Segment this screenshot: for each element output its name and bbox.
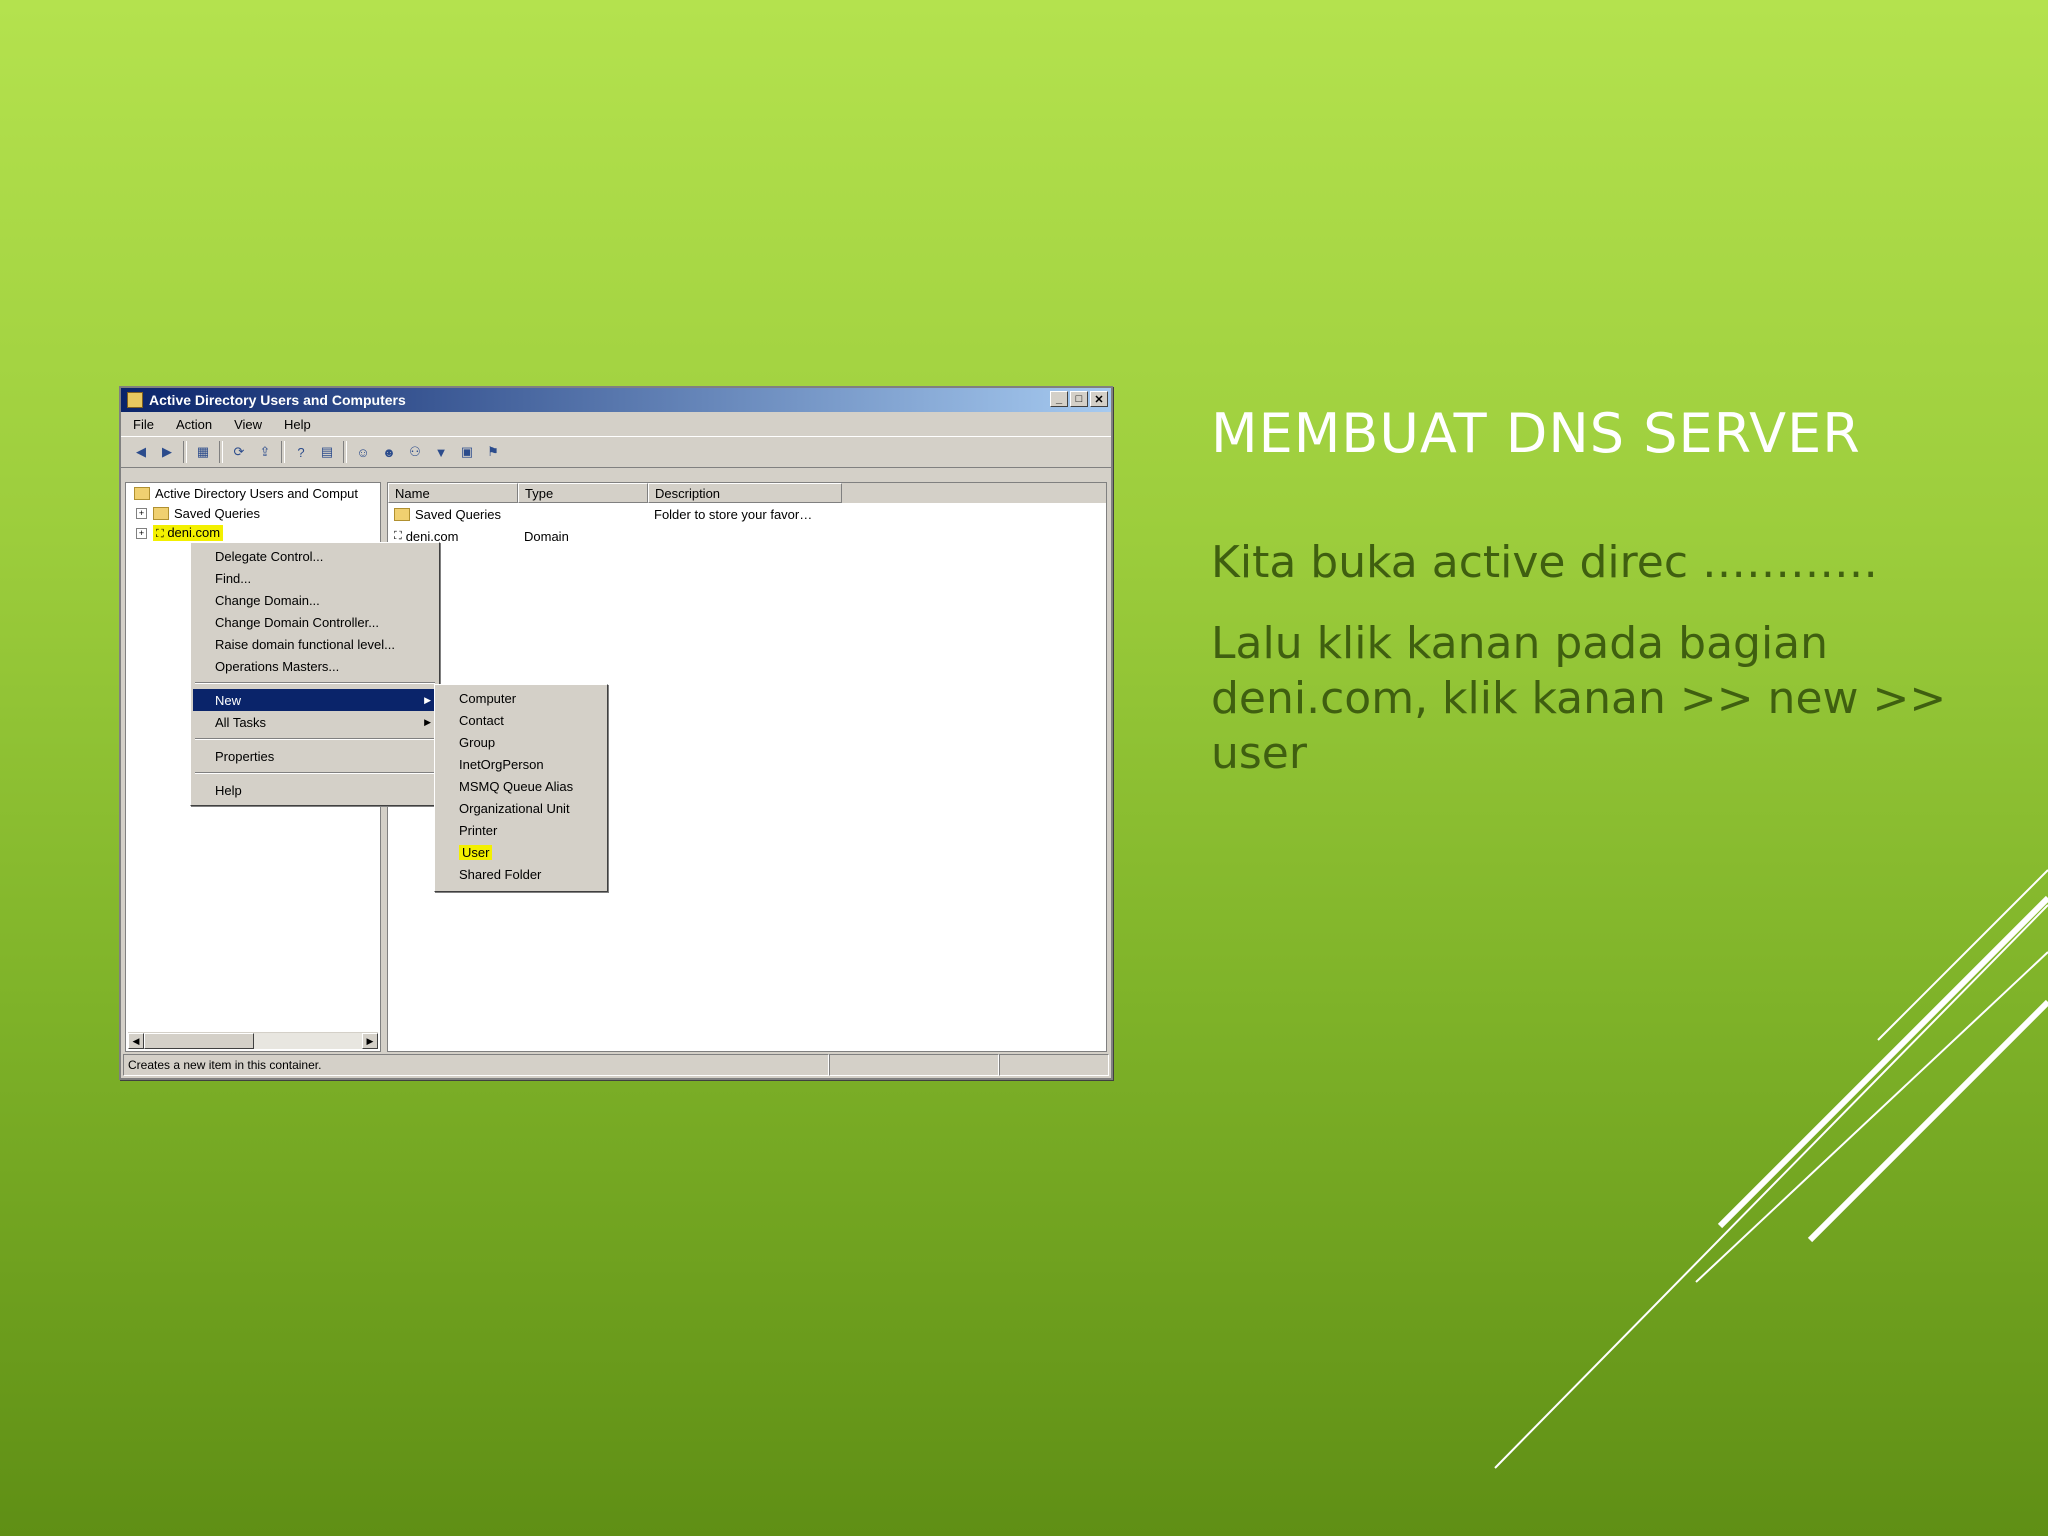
- domain-icon: ⛶: [394, 529, 402, 542]
- menu-item-properties[interactable]: Properties: [193, 745, 437, 767]
- list-header: Name Type Description: [388, 483, 1106, 503]
- help-icon[interactable]: ?: [291, 442, 311, 462]
- statusbar: Creates a new item in this container.: [123, 1054, 1109, 1076]
- back-icon[interactable]: ◀: [131, 442, 151, 462]
- status-pane-2: [829, 1054, 999, 1076]
- submenu-item-group[interactable]: Group: [437, 731, 605, 753]
- folder-icon: [153, 506, 169, 520]
- toolbar-separator: [281, 441, 285, 463]
- refresh-icon[interactable]: ⟳: [229, 442, 249, 462]
- expand-icon[interactable]: +: [136, 507, 147, 519]
- menu-item-find[interactable]: Find...: [193, 567, 437, 589]
- slide-line-1: Kita buka active direc …………: [1211, 537, 1879, 588]
- scroll-left-icon[interactable]: ◀: [128, 1033, 144, 1049]
- list-item[interactable]: ⛶ deni.com Domain: [388, 525, 1106, 547]
- menu-help[interactable]: Help: [284, 417, 311, 432]
- menu-action[interactable]: Action: [176, 417, 212, 432]
- window-titlebar[interactable]: Active Directory Users and Computers _ □…: [121, 388, 1111, 412]
- submenu-item-shared-folder[interactable]: Shared Folder: [437, 863, 605, 885]
- slide-title: MEMBUAT DNS SERVER: [1211, 402, 1861, 465]
- menu-item-delegate-control[interactable]: Delegate Control...: [193, 545, 437, 567]
- menu-item-all-tasks[interactable]: All Tasks ▶: [193, 711, 437, 733]
- slide-body: Kita buka active direc ………… Lalu klik ka…: [1211, 535, 2041, 807]
- submenu-item-computer[interactable]: Computer: [437, 687, 605, 709]
- window-title: Active Directory Users and Computers: [149, 392, 406, 408]
- submenu-item-ou[interactable]: Organizational Unit: [437, 797, 605, 819]
- status-pane-3: [999, 1054, 1109, 1076]
- menu-item-change-domain[interactable]: Change Domain...: [193, 589, 437, 611]
- menubar: File Action View Help: [121, 412, 1111, 436]
- menu-separator: [195, 682, 435, 684]
- app-icon: [127, 392, 143, 408]
- submenu-item-user[interactable]: User: [437, 841, 605, 863]
- menu-file[interactable]: File: [133, 417, 154, 432]
- tree-item-saved-queries[interactable]: + Saved Queries: [126, 503, 380, 523]
- toolbar-separator: [219, 441, 223, 463]
- submenu-item-contact[interactable]: Contact: [437, 709, 605, 731]
- item-description: Folder to store your favor…: [654, 506, 813, 522]
- col-type[interactable]: Type: [518, 483, 648, 503]
- toolbar-separator: [343, 441, 347, 463]
- toolbar: ◀ ▶ ▦ ⟳ ⇪ ? ▤ ☺ ☻ ⚇ ▼ ▣ ⚑: [121, 436, 1111, 468]
- filter-icon[interactable]: ▼: [431, 442, 451, 462]
- menu-separator: [195, 738, 435, 740]
- tree-item-label: deni.com: [167, 525, 221, 540]
- group-icon[interactable]: ⚇: [405, 442, 425, 462]
- menu-item-all-tasks-label: All Tasks: [215, 714, 267, 730]
- find-icon[interactable]: ▣: [457, 442, 477, 462]
- expand-icon[interactable]: +: [136, 527, 147, 539]
- menu-item-operations-masters[interactable]: Operations Masters...: [193, 655, 437, 677]
- tree-hscrollbar[interactable]: ◀ ▶: [128, 1032, 378, 1049]
- delegate-icon[interactable]: ⚑: [483, 442, 503, 462]
- submenu-arrow-icon: ▶: [424, 716, 431, 727]
- console-tree-icon[interactable]: ▦: [193, 442, 213, 462]
- context-menu: Delegate Control... Find... Change Domai…: [190, 542, 440, 806]
- new-submenu: Computer Contact Group InetOrgPerson MSM…: [434, 684, 608, 892]
- menu-item-raise-level[interactable]: Raise domain functional level...: [193, 633, 437, 655]
- view-icon[interactable]: ▤: [317, 442, 337, 462]
- menu-separator: [195, 772, 435, 774]
- status-text: Creates a new item in this container.: [123, 1054, 829, 1076]
- item-type: Domain: [524, 528, 569, 544]
- menu-item-new[interactable]: New ▶: [193, 689, 437, 711]
- tree-root[interactable]: Active Directory Users and Comput: [126, 483, 380, 503]
- snapin-icon: [134, 486, 150, 500]
- domain-icon: ⛶: [156, 528, 164, 540]
- scroll-right-icon[interactable]: ▶: [362, 1033, 378, 1049]
- user-highlight: User: [459, 844, 493, 860]
- menu-view[interactable]: View: [234, 417, 262, 432]
- list-item[interactable]: Saved Queries Folder to store your favor…: [388, 503, 1106, 525]
- menu-item-new-label: New: [215, 692, 242, 708]
- folder-icon: [394, 507, 410, 521]
- col-name[interactable]: Name: [388, 483, 518, 503]
- toolbar-separator: [183, 441, 187, 463]
- slide-line-2: Lalu klik kanan pada bagian deni.com, kl…: [1211, 618, 1947, 779]
- export-icon[interactable]: ⇪: [255, 442, 275, 462]
- submenu-item-inetorgperson[interactable]: InetOrgPerson: [437, 753, 605, 775]
- tree-root-label: Active Directory Users and Comput: [155, 485, 359, 501]
- submenu-item-printer[interactable]: Printer: [437, 819, 605, 841]
- users-icon[interactable]: ☻: [379, 442, 399, 462]
- col-description[interactable]: Description: [648, 483, 842, 503]
- maximize-button[interactable]: □: [1070, 391, 1088, 407]
- close-button[interactable]: ✕: [1090, 391, 1108, 407]
- user-icon[interactable]: ☺: [353, 442, 373, 462]
- minimize-button[interactable]: _: [1050, 391, 1068, 407]
- forward-icon[interactable]: ▶: [157, 442, 177, 462]
- tree-item-label: Saved Queries: [174, 505, 260, 521]
- scroll-thumb[interactable]: [144, 1033, 254, 1049]
- menu-item-help[interactable]: Help: [193, 779, 437, 801]
- tree-item-domain[interactable]: + ⛶ deni.com: [126, 523, 380, 543]
- domain-highlight: ⛶ deni.com: [153, 525, 224, 541]
- menu-item-change-dc[interactable]: Change Domain Controller...: [193, 611, 437, 633]
- item-name: Saved Queries: [415, 506, 501, 522]
- submenu-arrow-icon: ▶: [424, 694, 431, 705]
- submenu-item-msmq[interactable]: MSMQ Queue Alias: [437, 775, 605, 797]
